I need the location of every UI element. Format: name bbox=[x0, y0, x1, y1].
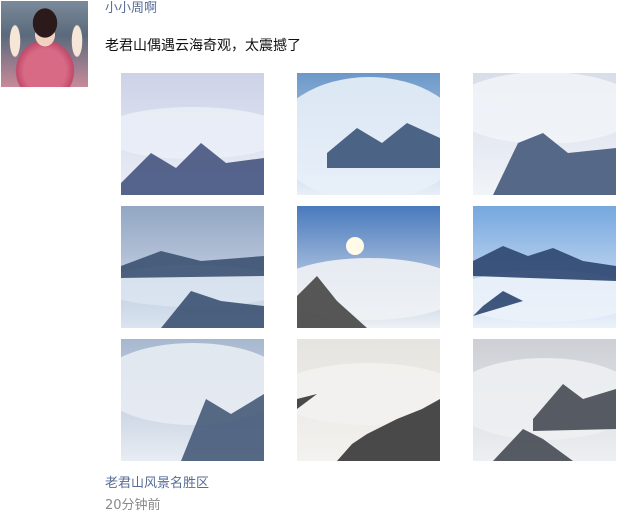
sea-of-clouds-photo-5-scene bbox=[297, 206, 440, 328]
sea-of-clouds-photo-3[interactable] bbox=[473, 73, 616, 195]
sea-of-clouds-photo-2-scene bbox=[297, 73, 440, 195]
sea-of-clouds-photo-7-scene bbox=[121, 339, 264, 461]
sea-of-clouds-photo-6-scene bbox=[473, 206, 616, 328]
sea-of-clouds-photo-7[interactable] bbox=[121, 339, 264, 461]
sea-of-clouds-photo-9-scene bbox=[473, 339, 616, 461]
sea-of-clouds-photo-4[interactable] bbox=[121, 206, 264, 328]
user-name-link[interactable]: 小小周啊 bbox=[105, 1, 157, 17]
location-link[interactable]: 老君山风景名胜区 bbox=[105, 476, 209, 492]
post-time: 20分钟前 bbox=[105, 498, 161, 513]
sea-of-clouds-photo-1-scene bbox=[121, 73, 264, 195]
sea-of-clouds-photo-5[interactable] bbox=[297, 206, 440, 328]
sea-of-clouds-photo-8-scene bbox=[297, 339, 440, 461]
sea-of-clouds-photo-6[interactable] bbox=[473, 206, 616, 328]
sea-of-clouds-photo-8[interactable] bbox=[297, 339, 440, 461]
sea-of-clouds-photo-3-scene bbox=[473, 73, 616, 195]
sea-of-clouds-photo-1[interactable] bbox=[121, 73, 264, 195]
post-text: 老君山偶遇云海奇观，太震撼了 bbox=[105, 38, 301, 54]
sea-of-clouds-photo-9[interactable] bbox=[473, 339, 616, 461]
sea-of-clouds-photo-4-scene bbox=[121, 206, 264, 328]
photo-grid bbox=[121, 73, 616, 462]
sea-of-clouds-photo-2[interactable] bbox=[297, 73, 440, 195]
avatar[interactable] bbox=[1, 1, 88, 87]
